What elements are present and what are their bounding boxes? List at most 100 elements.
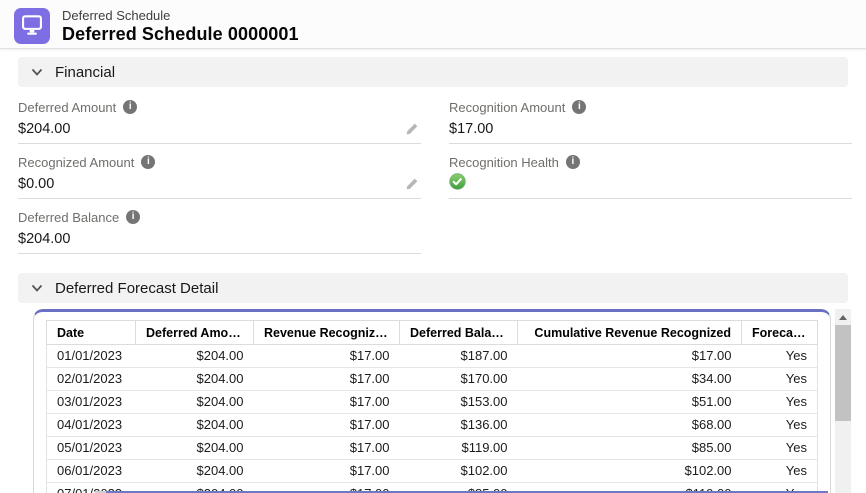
table-cell: $102.00 [400, 460, 518, 483]
table-cell: $34.00 [518, 368, 742, 391]
table-cell: $17.00 [518, 345, 742, 368]
field-label: Deferred Amount [18, 100, 116, 115]
table-cell: $204.00 [136, 391, 254, 414]
column-header: Date [47, 321, 136, 345]
section-title-deferred-forecast-detail: Deferred Forecast Detail [55, 280, 218, 297]
field-value-row: $204.00 [18, 227, 421, 253]
section-header-deferred-forecast-detail[interactable]: Deferred Forecast Detail [18, 273, 848, 303]
field-label: Recognition Health [449, 155, 559, 170]
field-value: $204.00 [18, 121, 70, 137]
table-cell: $68.00 [518, 414, 742, 437]
column-header: Forecast? [742, 321, 818, 345]
field-value-row: $0.00 [18, 172, 421, 198]
triangle-up-icon [839, 315, 847, 320]
column-header: Revenue Recognized [254, 321, 400, 345]
edit-pencil-icon[interactable] [405, 177, 419, 191]
field-label-row: Deferred Amount [18, 97, 421, 117]
table-cell: $119.00 [400, 437, 518, 460]
deferred-schedule-page: Deferred Schedule Deferred Schedule 0000… [0, 0, 866, 493]
table-cell: Yes [742, 345, 818, 368]
table-cell: 01/01/2023 [47, 345, 136, 368]
field-label-row: Deferred Balance [18, 207, 421, 227]
success-check-icon [449, 173, 466, 194]
deferred-schedule-object-icon [14, 8, 50, 44]
table-cell: Yes [742, 414, 818, 437]
forecast-table-card: DateDeferred AmountRevenue RecognizedDef… [33, 309, 831, 493]
chevron-down-icon[interactable] [30, 65, 44, 79]
table-row: 03/01/2023$204.00$17.00$153.00$51.00Yes [47, 391, 818, 414]
forecast-table-body: 01/01/2023$204.00$17.00$187.00$17.00Yes0… [47, 345, 818, 493]
field-recognition-amount: Recognition Amount $17.00 [449, 89, 852, 144]
table-cell: $85.00 [518, 437, 742, 460]
field-value-row: $204.00 [18, 117, 421, 143]
table-cell: 05/01/2023 [47, 437, 136, 460]
table-row: 04/01/2023$204.00$17.00$136.00$68.00Yes [47, 414, 818, 437]
table-cell: $17.00 [254, 391, 400, 414]
table-cell: Yes [742, 391, 818, 414]
table-header-row: DateDeferred AmountRevenue RecognizedDef… [47, 321, 818, 345]
field-label: Recognized Amount [18, 155, 134, 170]
field-deferred-balance: Deferred Balance $204.00 [18, 199, 421, 254]
info-icon[interactable] [572, 100, 586, 114]
financial-fields: Deferred Amount $204.00 Recognition Amou… [18, 89, 852, 254]
info-icon[interactable] [126, 210, 140, 224]
table-row: 02/01/2023$204.00$17.00$170.00$34.00Yes [47, 368, 818, 391]
forecast-table-header: DateDeferred AmountRevenue RecognizedDef… [47, 321, 818, 345]
table-cell: $204.00 [136, 368, 254, 391]
table-cell: Yes [742, 460, 818, 483]
table-cell: $51.00 [518, 391, 742, 414]
field-label: Deferred Balance [18, 210, 119, 225]
table-cell: $17.00 [254, 437, 400, 460]
table-cell: $17.00 [254, 460, 400, 483]
object-label: Deferred Schedule [62, 8, 299, 23]
table-cell: $204.00 [136, 414, 254, 437]
table-cell: 06/01/2023 [47, 460, 136, 483]
field-value: $204.00 [18, 231, 70, 247]
table-row: 05/01/2023$204.00$17.00$119.00$85.00Yes [47, 437, 818, 460]
table-cell: $204.00 [136, 345, 254, 368]
table-cell: Yes [742, 437, 818, 460]
record-header: Deferred Schedule Deferred Schedule 0000… [0, 0, 866, 49]
field-recognition-health: Recognition Health [449, 144, 852, 199]
table-cell: $170.00 [400, 368, 518, 391]
table-cell: 02/01/2023 [47, 368, 136, 391]
section-title-financial: Financial [55, 64, 115, 81]
record-header-text: Deferred Schedule Deferred Schedule 0000… [62, 8, 299, 45]
table-cell: $102.00 [518, 460, 742, 483]
vertical-scrollbar[interactable] [835, 309, 851, 493]
forecast-table: DateDeferred AmountRevenue RecognizedDef… [46, 320, 818, 493]
table-cell: 03/01/2023 [47, 391, 136, 414]
table-cell: $187.00 [400, 345, 518, 368]
field-deferred-amount: Deferred Amount $204.00 [18, 89, 421, 144]
table-cell: 04/01/2023 [47, 414, 136, 437]
table-row: 01/01/2023$204.00$17.00$187.00$17.00Yes [47, 345, 818, 368]
edit-pencil-icon[interactable] [405, 122, 419, 136]
desktop-monitor-icon [19, 11, 45, 42]
field-value: $0.00 [18, 176, 54, 192]
column-header: Deferred Balance [400, 321, 518, 345]
scrollbar-up-button[interactable] [835, 309, 851, 325]
table-cell: $153.00 [400, 391, 518, 414]
field-value-row: $17.00 [449, 117, 852, 143]
column-header: Cumulative Revenue Recognized [518, 321, 742, 345]
field-value: $17.00 [449, 121, 493, 137]
page-title: Deferred Schedule 0000001 [62, 24, 299, 45]
table-cell: $204.00 [136, 437, 254, 460]
table-cell: $17.00 [254, 368, 400, 391]
table-cell: $204.00 [136, 460, 254, 483]
info-icon[interactable] [566, 155, 580, 169]
field-recognized-amount: Recognized Amount $0.00 [18, 144, 421, 199]
info-icon[interactable] [141, 155, 155, 169]
table-cell: $17.00 [254, 414, 400, 437]
chevron-down-icon[interactable] [30, 281, 44, 295]
info-icon[interactable] [123, 100, 137, 114]
scrollbar-thumb[interactable] [835, 325, 851, 421]
column-header: Deferred Amount [136, 321, 254, 345]
field-label-row: Recognized Amount [18, 152, 421, 172]
table-row: 06/01/2023$204.00$17.00$102.00$102.00Yes [47, 460, 818, 483]
field-value-row [449, 172, 852, 198]
section-header-financial[interactable]: Financial [18, 57, 848, 87]
field-label-row: Recognition Amount [449, 97, 852, 117]
forecast-table-region: DateDeferred AmountRevenue RecognizedDef… [33, 309, 851, 493]
table-cell: Yes [742, 368, 818, 391]
